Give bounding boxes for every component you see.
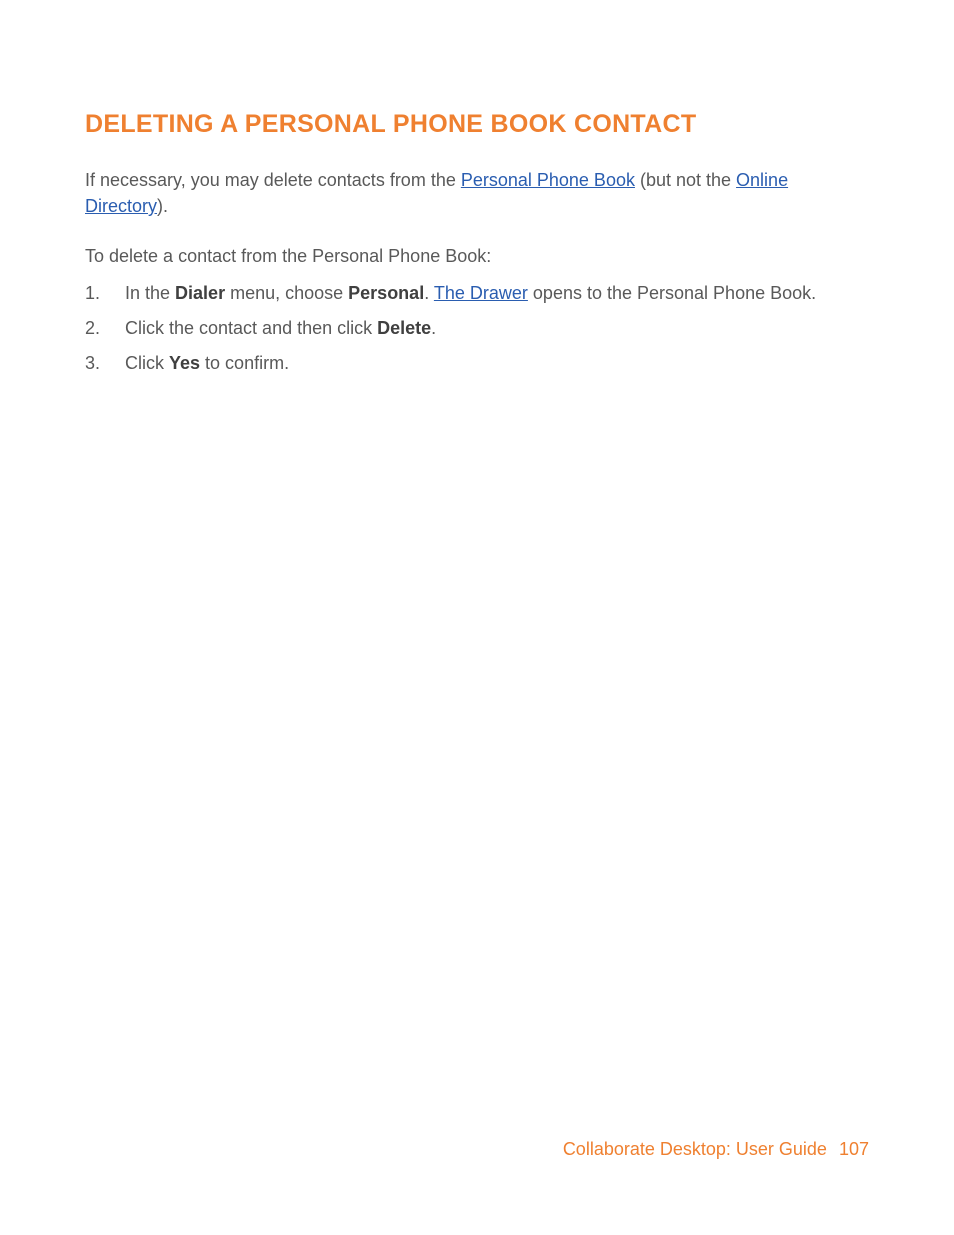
step-text: Click the contact and then click [125,318,377,338]
step-text: to confirm. [200,353,289,373]
intro-text-pre: If necessary, you may delete contacts fr… [85,170,461,190]
intro-paragraph: If necessary, you may delete contacts fr… [85,167,869,219]
step-item: Click the contact and then click Delete. [85,314,869,343]
link-the-drawer[interactable]: The Drawer [434,283,528,303]
intro-text-mid: (but not the [635,170,736,190]
step-bold: Personal [348,283,424,303]
instruction-lead: To delete a contact from the Personal Ph… [85,243,869,269]
footer-title: Collaborate Desktop: User Guide [563,1139,827,1159]
step-text: In the [125,283,175,303]
step-bold: Dialer [175,283,225,303]
footer-page-number: 107 [839,1139,869,1159]
step-text: menu, choose [225,283,348,303]
step-bold: Yes [169,353,200,373]
steps-list: In the Dialer menu, choose Personal. The… [85,279,869,377]
intro-text-post: ). [157,196,168,216]
step-text: . [431,318,436,338]
page-footer: Collaborate Desktop: User Guide 107 [563,1139,869,1160]
page-heading: DELETING A PERSONAL PHONE BOOK CONTACT [85,110,869,139]
step-text: . [424,283,434,303]
step-text: Click [125,353,169,373]
step-item: Click Yes to confirm. [85,349,869,378]
step-item: In the Dialer menu, choose Personal. The… [85,279,869,308]
link-personal-phone-book[interactable]: Personal Phone Book [461,170,635,190]
step-text: opens to the Personal Phone Book. [528,283,816,303]
step-bold: Delete [377,318,431,338]
